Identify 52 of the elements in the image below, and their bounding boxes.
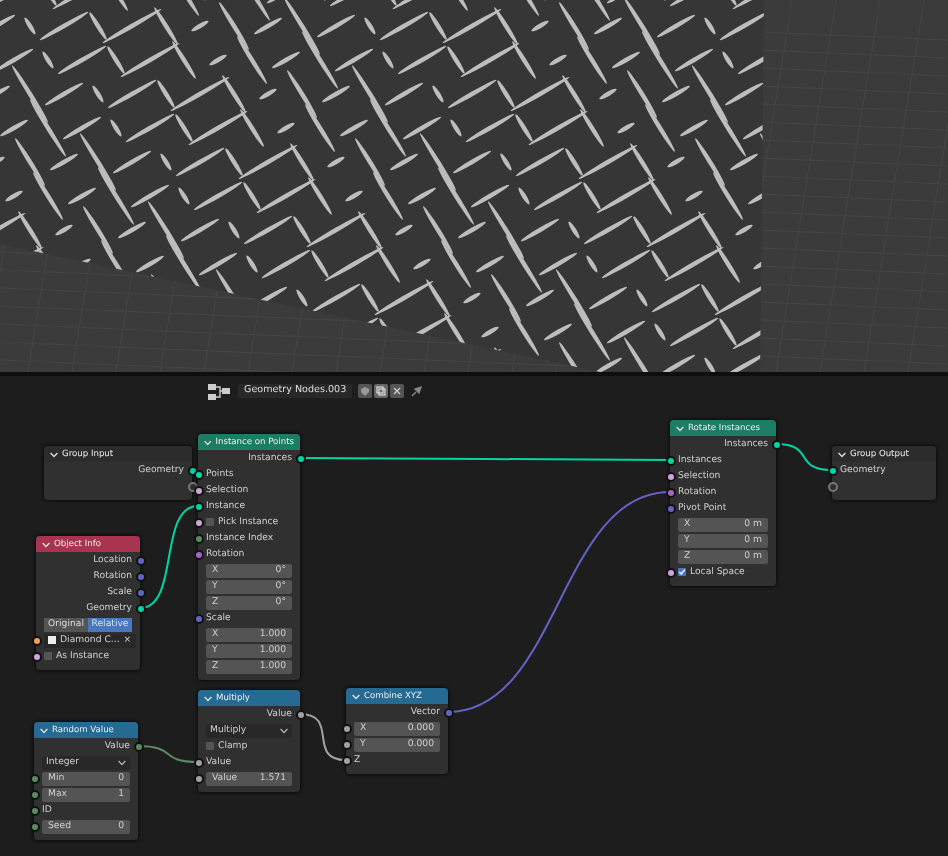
node-socket[interactable] bbox=[31, 651, 41, 661]
node-socket[interactable] bbox=[665, 471, 675, 481]
node-socket[interactable] bbox=[827, 465, 837, 475]
pin-icon[interactable] bbox=[410, 384, 425, 398]
checkbox[interactable] bbox=[206, 742, 214, 750]
node-socket[interactable] bbox=[665, 487, 675, 497]
close-icon[interactable] bbox=[390, 384, 405, 398]
node-socket[interactable] bbox=[135, 571, 145, 581]
node-socket[interactable] bbox=[295, 709, 305, 719]
node-socket[interactable] bbox=[193, 501, 203, 511]
node-socket[interactable] bbox=[29, 821, 39, 831]
node-socket[interactable] bbox=[665, 503, 675, 513]
node-socket[interactable] bbox=[29, 805, 39, 815]
collapse-icon[interactable] bbox=[838, 451, 846, 457]
object-icon bbox=[48, 636, 56, 644]
fake-user-icon[interactable] bbox=[358, 384, 373, 398]
node-socket[interactable] bbox=[135, 603, 145, 613]
node-socket[interactable] bbox=[193, 517, 203, 527]
node-socket[interactable] bbox=[31, 635, 41, 645]
node-socket[interactable] bbox=[341, 755, 351, 765]
node-socket[interactable] bbox=[193, 485, 203, 495]
collapse-icon[interactable] bbox=[352, 693, 360, 699]
node-socket[interactable] bbox=[193, 533, 203, 543]
node-socket[interactable] bbox=[135, 555, 145, 565]
checkbox[interactable] bbox=[44, 652, 52, 660]
duplicate-icon[interactable] bbox=[374, 384, 389, 398]
node-socket[interactable] bbox=[193, 613, 203, 623]
node-socket[interactable] bbox=[133, 741, 143, 751]
collapse-icon[interactable] bbox=[204, 695, 212, 701]
node-tree-icon[interactable] bbox=[208, 383, 232, 399]
node-socket[interactable] bbox=[295, 453, 305, 463]
collapse-icon[interactable] bbox=[50, 451, 58, 457]
node-socket[interactable] bbox=[29, 773, 39, 783]
collapse-icon[interactable] bbox=[42, 541, 50, 547]
checkbox[interactable] bbox=[678, 568, 686, 576]
node-socket[interactable] bbox=[193, 469, 203, 479]
checkbox[interactable] bbox=[206, 518, 214, 526]
caret-icon bbox=[118, 759, 126, 765]
collapse-icon[interactable] bbox=[40, 727, 48, 733]
node-socket[interactable] bbox=[193, 757, 203, 767]
node-socket[interactable] bbox=[135, 587, 145, 597]
node-socket[interactable] bbox=[341, 739, 351, 749]
node-socket[interactable] bbox=[193, 773, 203, 783]
node-socket[interactable] bbox=[341, 723, 351, 733]
node-socket[interactable] bbox=[193, 549, 203, 559]
node-socket[interactable] bbox=[665, 455, 675, 465]
node-socket[interactable] bbox=[827, 481, 837, 491]
caret-icon bbox=[280, 727, 288, 733]
node-socket[interactable] bbox=[29, 789, 39, 799]
node-socket[interactable] bbox=[443, 707, 453, 717]
node-socket[interactable] bbox=[771, 439, 781, 449]
node-socket[interactable] bbox=[665, 567, 675, 577]
